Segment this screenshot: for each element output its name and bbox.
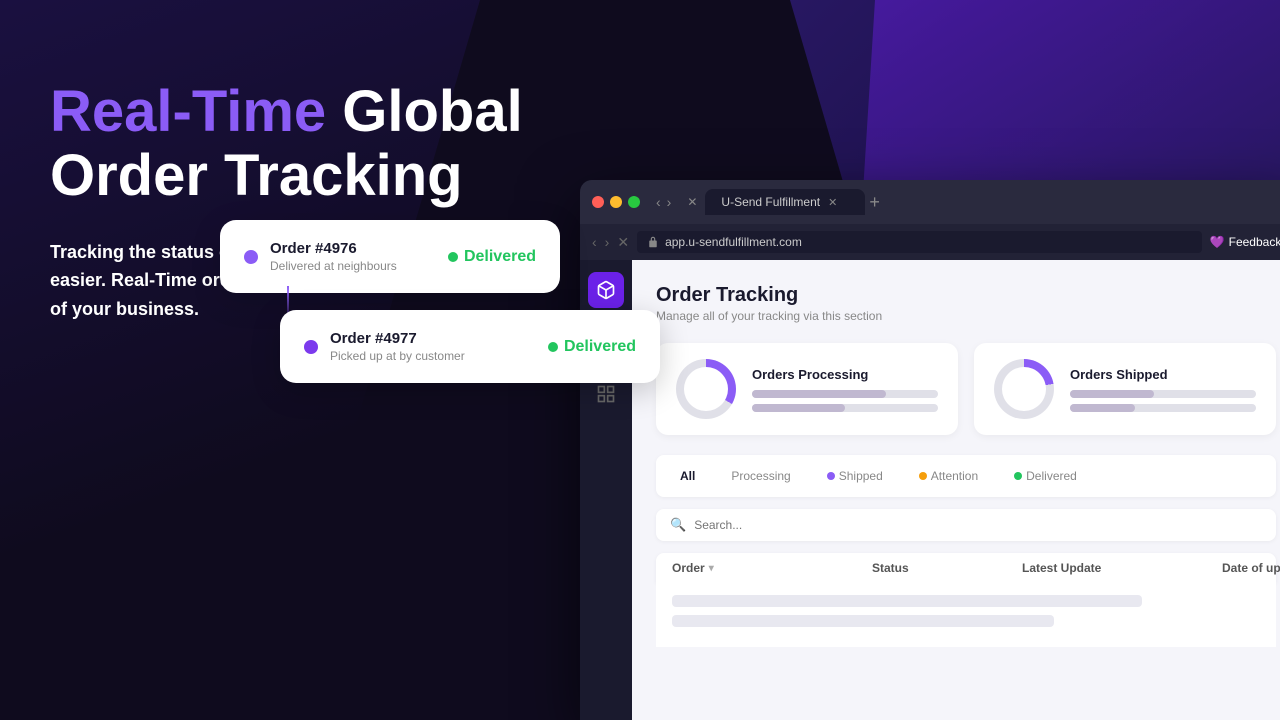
tab-bar: U-Send Fulfillment ✕ + — [705, 189, 1280, 215]
address-bar-row: ‹ › ✕ app.u-sendfulfillment.com 💜 Feedba… — [580, 224, 1280, 260]
order-number-1: Order #4976 — [270, 240, 397, 257]
browser-window: ‹ › ✕ U-Send Fulfillment ✕ + ‹ › ✕ app.u… — [580, 180, 1280, 720]
col-order-sort: ▾ — [709, 563, 714, 574]
lock-icon — [647, 236, 659, 248]
grid-icon — [596, 384, 616, 404]
order-sub-1: Delivered at neighbours — [270, 259, 397, 273]
traffic-light-yellow[interactable] — [610, 196, 622, 208]
col-date-update-label: Date of update — [1222, 561, 1280, 575]
status-dot-2 — [548, 342, 558, 352]
addr-forward[interactable]: › — [605, 234, 610, 250]
col-order: Order ▾ — [672, 561, 872, 575]
app-main: Order Tracking Manage all of your tracki… — [632, 260, 1280, 720]
order-card-2: Order #4977 Picked up at by customer Del… — [280, 310, 660, 383]
filter-tabs: All Processing Shipped Attention Deliver… — [656, 455, 1276, 497]
sidebar-icon-package[interactable] — [588, 272, 624, 308]
feedback-heart: 💜 — [1210, 235, 1225, 249]
headline: Real-Time GlobalOrder Tracking — [50, 80, 550, 208]
order-card-1-left: Order #4976 Delivered at neighbours — [244, 240, 397, 273]
col-latest-update: Latest Update — [1022, 561, 1222, 575]
stat-card-processing: Orders Processing — [656, 343, 958, 435]
stat-bar-4 — [1070, 404, 1256, 412]
order-status-label-1: Delivered — [464, 248, 536, 266]
order-info-2: Order #4977 Picked up at by customer — [330, 330, 465, 363]
filter-tab-processing[interactable]: Processing — [723, 465, 798, 487]
addr-reload[interactable]: ✕ — [617, 234, 629, 251]
order-status-label-2: Delivered — [564, 338, 636, 356]
traffic-light-red[interactable] — [592, 196, 604, 208]
search-input[interactable] — [694, 518, 1262, 532]
table-rows — [656, 583, 1276, 647]
browser-chrome: ‹ › ✕ U-Send Fulfillment ✕ + — [580, 180, 1280, 224]
col-order-label: Order — [672, 561, 705, 575]
stat-card-shipped: Orders Shipped — [974, 343, 1276, 435]
filter-tab-delivered[interactable]: Delivered — [1006, 465, 1085, 487]
stat-bar-3 — [1070, 390, 1256, 398]
dot-attention — [919, 472, 927, 480]
section-header: Order Tracking Manage all of your tracki… — [656, 284, 1276, 323]
traffic-lights — [592, 196, 640, 208]
address-bar[interactable]: app.u-sendfulfillment.com — [637, 231, 1202, 253]
stat-bar-1 — [752, 390, 938, 398]
browser-close-x[interactable]: ✕ — [687, 195, 697, 209]
filter-tab-attention[interactable]: Attention — [911, 465, 986, 487]
search-bar: 🔍 — [656, 509, 1276, 541]
browser-tab[interactable]: U-Send Fulfillment ✕ — [705, 189, 865, 215]
feedback-button[interactable]: 💜 Feedback? — [1210, 235, 1280, 249]
url-text: app.u-sendfulfillment.com — [665, 235, 802, 249]
stat-bar-2-fill-2 — [1070, 404, 1135, 412]
stat-bar-2-fill — [752, 404, 845, 412]
nav-back[interactable]: ‹ — [656, 194, 661, 210]
donut-inner-2 — [1002, 367, 1046, 411]
order-sub-2: Picked up at by customer — [330, 349, 465, 363]
filter-tab-all[interactable]: All — [672, 465, 703, 487]
dot-delivered — [1014, 472, 1022, 480]
order-status-1: Delivered — [448, 248, 536, 266]
traffic-light-green[interactable] — [628, 196, 640, 208]
col-status-label: Status — [872, 561, 909, 575]
addr-back[interactable]: ‹ — [592, 234, 597, 250]
stat-bar-2 — [752, 404, 938, 412]
stat-donut-shipped — [994, 359, 1054, 419]
nav-forward[interactable]: › — [667, 194, 672, 210]
stat-donut-processing — [676, 359, 736, 419]
order-dot-1 — [244, 250, 258, 264]
stats-row: Orders Processing Orders Shippe — [656, 343, 1276, 435]
feedback-label: Feedback? — [1229, 235, 1280, 249]
table-row-placeholder-2 — [672, 615, 1054, 627]
stat-bar-fill-3 — [1070, 390, 1154, 398]
order-card-1: Order #4976 Delivered at neighbours Deli… — [220, 220, 560, 293]
browser-nav: ‹ › — [656, 194, 671, 210]
tab-title: U-Send Fulfillment — [721, 195, 820, 209]
stat-label-processing: Orders Processing — [752, 367, 938, 382]
donut-inner-1 — [684, 367, 728, 411]
order-number-2: Order #4977 — [330, 330, 465, 347]
table-row-placeholder-1 — [672, 595, 1142, 607]
stat-label-shipped: Orders Shipped — [1070, 367, 1256, 382]
order-card-2-left: Order #4977 Picked up at by customer — [304, 330, 465, 363]
filter-tab-shipped[interactable]: Shipped — [819, 465, 891, 487]
package-icon — [596, 280, 616, 300]
section-subtitle: Manage all of your tracking via this sec… — [656, 309, 1276, 323]
status-dot-1 — [448, 252, 458, 262]
new-tab-button[interactable]: + — [869, 192, 880, 213]
order-status-2: Delivered — [548, 338, 636, 356]
col-latest-update-label: Latest Update — [1022, 561, 1101, 575]
order-dot-2 — [304, 340, 318, 354]
section-title: Order Tracking — [656, 284, 1276, 307]
stat-bar-fill-1 — [752, 390, 886, 398]
dot-shipped — [827, 472, 835, 480]
stat-info-shipped: Orders Shipped — [1070, 367, 1256, 412]
order-info-1: Order #4976 Delivered at neighbours — [270, 240, 397, 273]
col-status: Status — [872, 561, 1022, 575]
tab-close[interactable]: ✕ — [828, 196, 837, 209]
table-header: Order ▾ Status Latest Update Date of upd… — [656, 553, 1276, 583]
headline-accent: Real-Time — [50, 79, 326, 144]
app-content: Order Tracking Manage all of your tracki… — [580, 260, 1280, 720]
search-icon: 🔍 — [670, 517, 686, 533]
stat-info-processing: Orders Processing — [752, 367, 938, 412]
col-date-update: Date of update — [1222, 561, 1280, 575]
